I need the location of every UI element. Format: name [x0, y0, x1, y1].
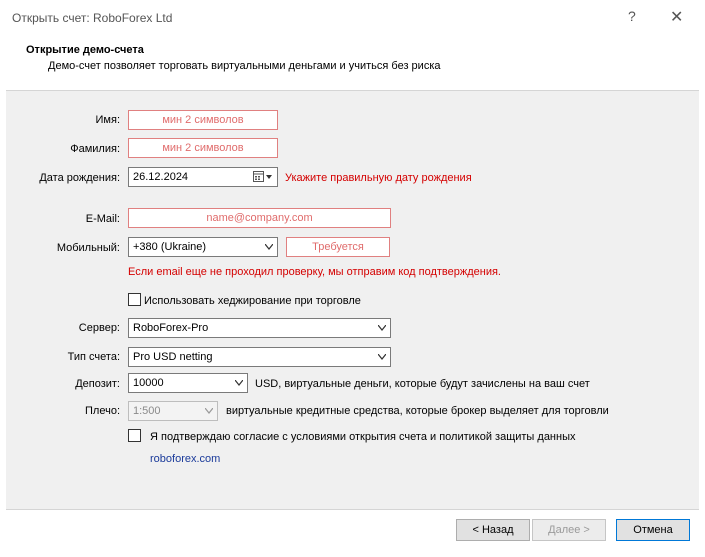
country-code-value: +380 (Ukraine)	[133, 241, 207, 253]
email-field[interactable]: name@company.com	[128, 208, 391, 228]
deposit-value: 10000	[133, 377, 164, 389]
hedging-checkbox[interactable]	[128, 293, 141, 306]
chevron-down-icon	[235, 380, 243, 386]
server-label: Сервер:	[78, 322, 120, 334]
birthdate-label: Дата рождения:	[39, 172, 120, 184]
leverage-note: виртуальные кредитные средства, которые …	[226, 405, 609, 417]
leverage-value: 1:500	[133, 405, 161, 417]
server-value: RoboForex-Pro	[133, 322, 209, 334]
email-label: E-Mail:	[85, 213, 120, 225]
last-name-label: Фамилия:	[70, 143, 120, 155]
mobile-label: Мобильный:	[56, 242, 120, 254]
country-code-select[interactable]: +380 (Ukraine)	[128, 237, 278, 257]
title-bar: Открыть счет: RoboForex Ltd ? ✕	[0, 0, 705, 34]
birthdate-error: Укажите правильную дату рождения	[285, 172, 472, 184]
chevron-down-icon	[378, 325, 386, 331]
account-type-label: Тип счета:	[67, 351, 120, 363]
hedging-label[interactable]: Использовать хеджирование при торговле	[144, 295, 361, 307]
chevron-down-icon	[205, 408, 213, 414]
last-name-field[interactable]: мин 2 символов	[128, 138, 278, 158]
chevron-down-icon	[378, 354, 386, 360]
close-icon[interactable]: ✕	[670, 7, 683, 27]
help-icon[interactable]: ?	[628, 8, 636, 24]
next-button[interactable]: Далее >	[532, 519, 606, 541]
account-type-select[interactable]: Pro USD netting	[128, 347, 391, 367]
agree-checkbox[interactable]	[128, 429, 141, 442]
account-type-value: Pro USD netting	[133, 351, 213, 363]
first-name-label: Имя:	[95, 114, 120, 126]
mobile-note: Если email еще не проходил проверку, мы …	[128, 266, 501, 278]
roboforex-link[interactable]: roboforex.com	[150, 453, 220, 465]
mobile-field[interactable]: Требуется	[286, 237, 390, 257]
leverage-select[interactable]: 1:500	[128, 401, 218, 421]
deposit-note: USD, виртуальные деньги, которые будут з…	[255, 378, 590, 390]
page-title: Открытие демо-счета	[26, 44, 144, 56]
deposit-select[interactable]: 10000	[128, 373, 248, 393]
back-button[interactable]: < Назад	[456, 519, 530, 541]
server-select[interactable]: RoboForex-Pro	[128, 318, 391, 338]
agree-label[interactable]: Я подтверждаю согласие с условиями откры…	[150, 431, 576, 443]
birthdate-field[interactable]: 26.12.2024	[128, 167, 278, 187]
calendar-icon[interactable]	[253, 171, 273, 183]
cancel-button[interactable]: Отмена	[616, 519, 690, 541]
window-title: Открыть счет: RoboForex Ltd	[12, 11, 173, 25]
leverage-label: Плечо:	[85, 405, 120, 417]
chevron-down-icon	[265, 244, 273, 250]
wizard-header: Открытие демо-счета Демо-счет позволяет …	[0, 34, 705, 90]
deposit-label: Депозит:	[75, 378, 120, 390]
page-subtitle: Демо-счет позволяет торговать виртуальны…	[48, 60, 441, 72]
first-name-field[interactable]: мин 2 символов	[128, 110, 278, 130]
birthdate-value: 26.12.2024	[133, 171, 189, 183]
